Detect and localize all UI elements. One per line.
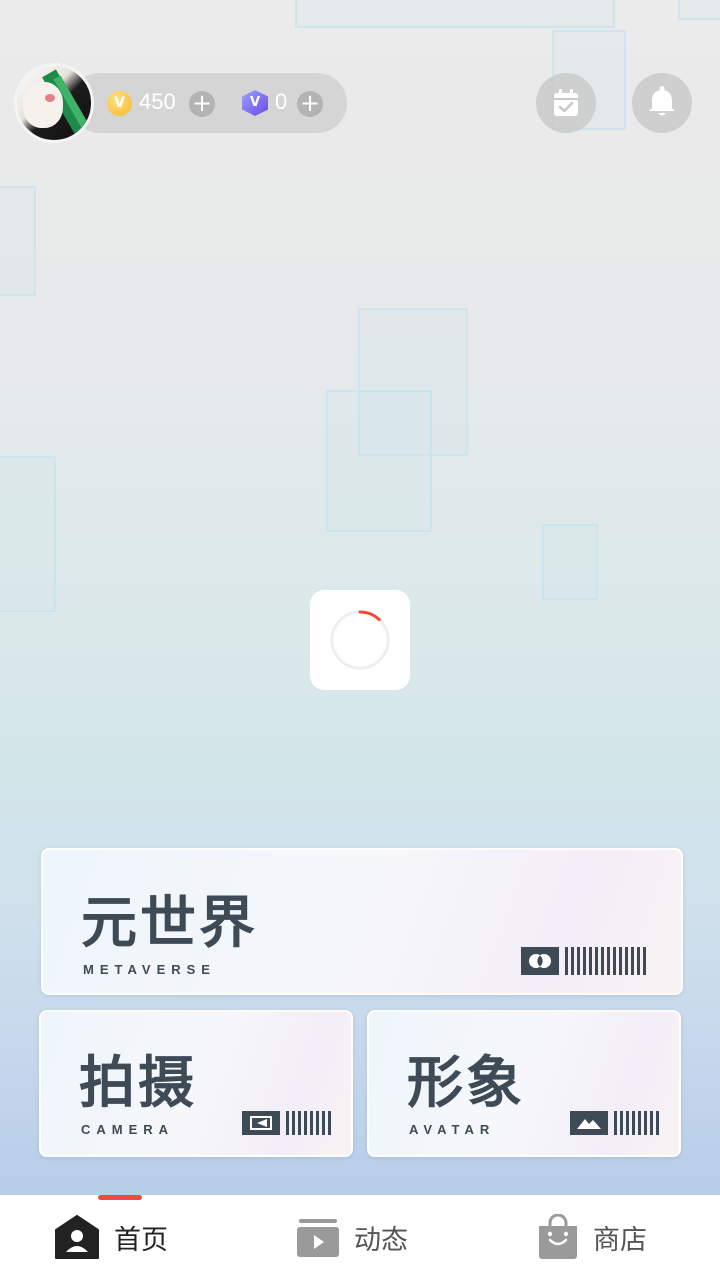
background-shape [542, 524, 598, 600]
camera-icon [242, 1111, 280, 1135]
shopping-bag-icon [539, 1214, 577, 1259]
barcode-bar [650, 1111, 653, 1135]
active-tab-indicator [98, 1195, 142, 1200]
barcode-bar [322, 1111, 325, 1135]
barcode-bar [577, 947, 580, 975]
barcode-bar [631, 947, 634, 975]
tab-store-label: 商店 [593, 1224, 647, 1256]
barcode-bar [589, 947, 592, 975]
barcode-bar [286, 1111, 289, 1135]
spinner-icon [330, 610, 390, 670]
barcode-bar [595, 947, 598, 975]
tab-home-label: 首页 [114, 1224, 168, 1256]
background-shape [0, 456, 56, 612]
camera-card[interactable]: 拍摄 CAMERA [39, 1010, 353, 1157]
barcode-bar [643, 947, 646, 975]
barcode-bar [613, 947, 616, 975]
add-coins-button[interactable]: + [189, 91, 215, 117]
barcode-bar [620, 1111, 623, 1135]
background-shape [0, 186, 36, 296]
barcode-bar [328, 1111, 331, 1135]
barcode-bars [565, 947, 646, 975]
daily-checkin-button[interactable] [536, 73, 596, 133]
notifications-button[interactable] [632, 73, 692, 133]
card-title: 元世界 [81, 891, 258, 956]
card-title: 拍摄 [79, 1051, 197, 1116]
world-icon [521, 947, 559, 975]
tab-feed[interactable]: 动态 [296, 1213, 408, 1261]
barcode-bar [637, 947, 640, 975]
barcode-bar [565, 947, 568, 975]
barcode-decoration [521, 947, 646, 975]
loading-indicator [310, 590, 410, 690]
video-feed-icon [297, 1219, 339, 1257]
card-title: 形象 [407, 1051, 525, 1116]
barcode-bar [607, 947, 610, 975]
avatar-card[interactable]: 形象 AVATAR [367, 1010, 681, 1157]
barcode-bars [614, 1111, 659, 1135]
card-subtitle: AVATAR [409, 1122, 496, 1137]
barcode-bar [583, 947, 586, 975]
mountain-icon [570, 1111, 608, 1135]
background-shape [295, 0, 615, 28]
barcode-bar [292, 1111, 295, 1135]
tab-home[interactable]: 首页 [54, 1213, 168, 1261]
avatar-face [23, 82, 63, 128]
barcode-bar [310, 1111, 313, 1135]
bell-icon [649, 86, 675, 116]
add-gems-button[interactable]: + [297, 91, 323, 117]
metaverse-card[interactable]: 元世界 METAVERSE [41, 848, 683, 995]
tab-store[interactable]: 商店 [537, 1213, 647, 1261]
calendar-check-icon [554, 89, 578, 116]
barcode-bar [619, 947, 622, 975]
gem-balance: 0 [275, 89, 288, 114]
barcode-bar [656, 1111, 659, 1135]
barcode-bar [298, 1111, 301, 1135]
background-shape [678, 0, 720, 20]
barcode-bar [626, 1111, 629, 1135]
barcode-decoration [242, 1111, 331, 1135]
barcode-bar [638, 1111, 641, 1135]
coin-balance: 450 [139, 89, 176, 114]
gold-coin-icon: V [107, 91, 132, 116]
barcode-decoration [570, 1111, 659, 1135]
card-subtitle: METAVERSE [83, 962, 216, 977]
barcode-bar [601, 947, 604, 975]
user-avatar[interactable] [14, 63, 94, 143]
background-shape [326, 390, 432, 532]
barcode-bar [571, 947, 574, 975]
barcode-bar [644, 1111, 647, 1135]
tab-feed-label: 动态 [354, 1224, 408, 1256]
barcode-bar [304, 1111, 307, 1135]
barcode-bars [286, 1111, 331, 1135]
bottom-tab-bar: 首页 动态 商店 [0, 1195, 720, 1280]
barcode-bar [625, 947, 628, 975]
barcode-bar [632, 1111, 635, 1135]
home-person-icon [55, 1215, 99, 1259]
avatar-cheek [45, 94, 55, 102]
barcode-bar [614, 1111, 617, 1135]
card-subtitle: CAMERA [81, 1122, 175, 1137]
barcode-bar [316, 1111, 319, 1135]
